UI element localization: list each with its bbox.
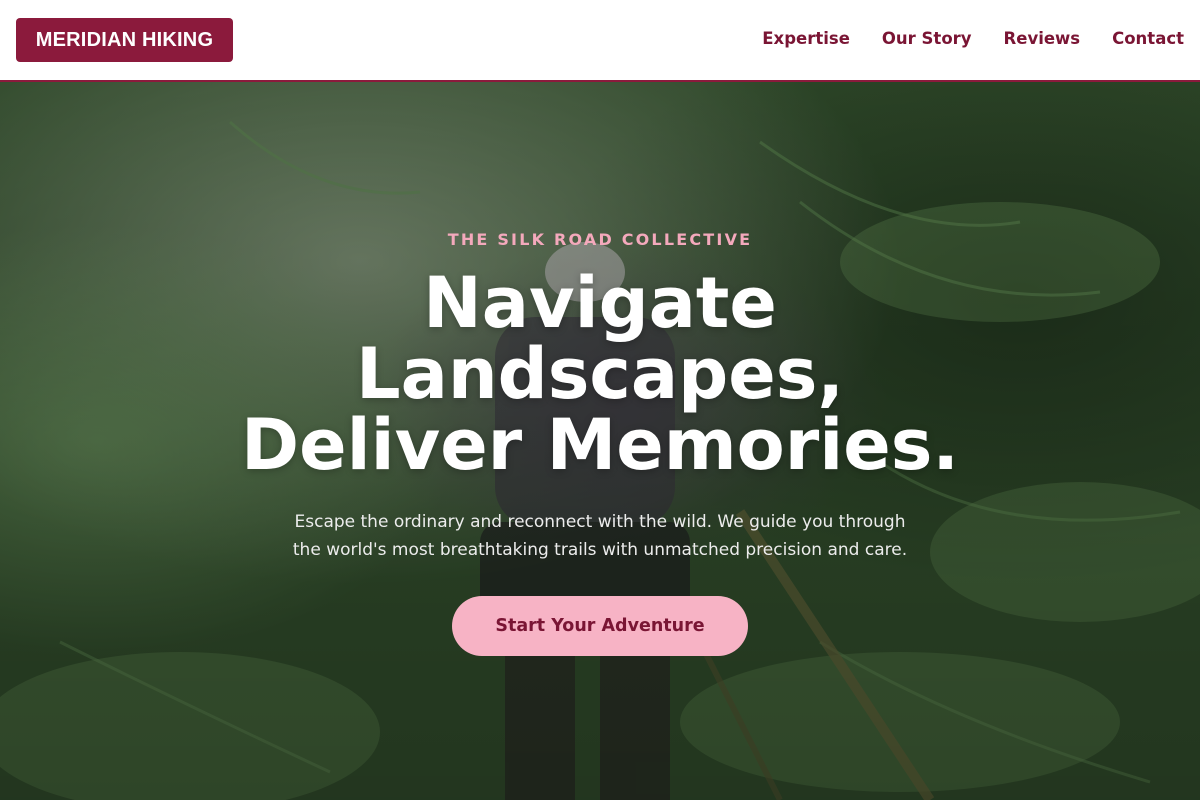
nav-link-reviews[interactable]: Reviews: [1004, 28, 1081, 50]
subtext-line-2: the world's most breathtaking trails wit…: [292, 540, 908, 560]
headline-line-3: Deliver Memories.: [241, 404, 959, 486]
nav-link-our-story[interactable]: Our Story: [882, 28, 972, 50]
hero-subtext: Escape the ordinary and reconnect with t…: [265, 508, 935, 564]
subtext-line-1: Escape the ordinary and reconnect with t…: [294, 512, 906, 532]
headline-line-1: Navigate: [423, 262, 777, 344]
main-nav: Expertise Our Story Reviews Contact: [762, 28, 1184, 50]
hero-headline: Navigate Landscapes, Deliver Memories.: [150, 268, 1050, 481]
start-adventure-button[interactable]: Start Your Adventure: [452, 596, 748, 656]
nav-link-expertise[interactable]: Expertise: [762, 28, 850, 50]
hero-section: THE SILK ROAD COLLECTIVE Navigate Landsc…: [0, 82, 1200, 800]
hero-content: THE SILK ROAD COLLECTIVE Navigate Landsc…: [0, 82, 1200, 800]
site-header: MERIDIAN HIKING Expertise Our Story Revi…: [0, 0, 1200, 82]
nav-link-contact[interactable]: Contact: [1112, 28, 1184, 50]
headline-line-2: Landscapes,: [355, 333, 845, 415]
logo-home-link[interactable]: MERIDIAN HIKING: [16, 18, 233, 62]
hero-eyebrow: THE SILK ROAD COLLECTIVE: [447, 230, 753, 249]
